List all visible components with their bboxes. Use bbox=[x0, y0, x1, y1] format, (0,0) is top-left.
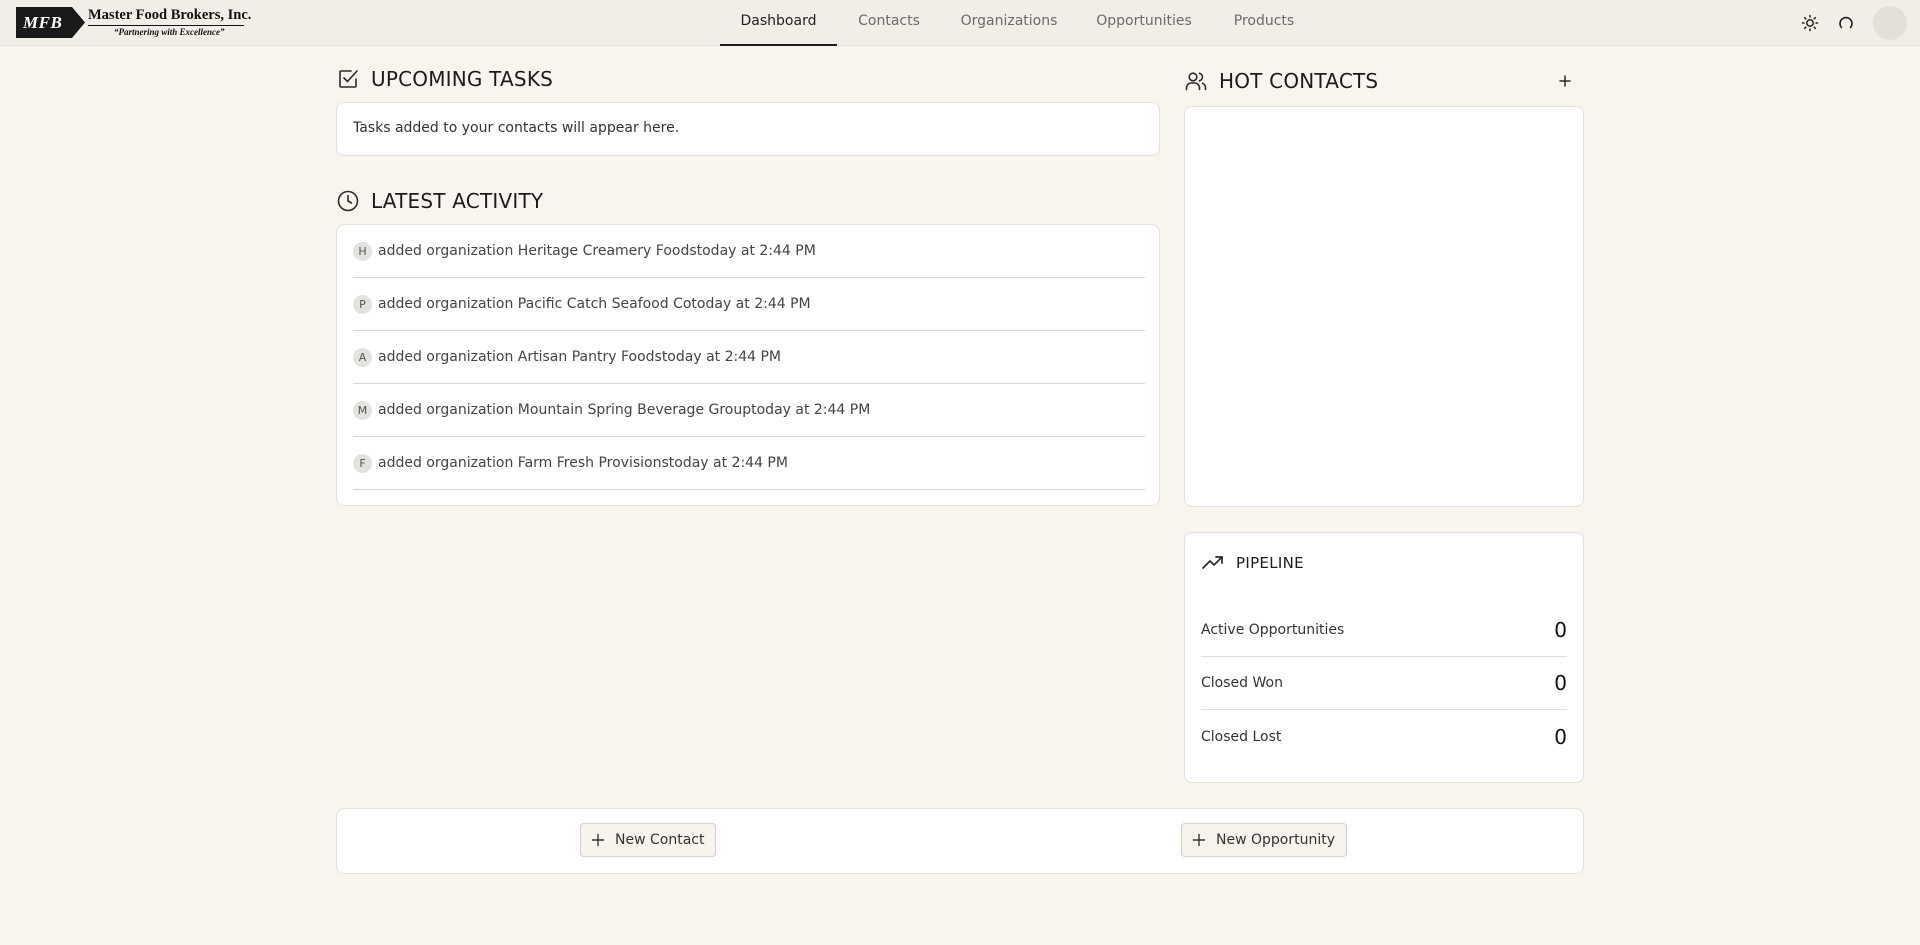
users-icon bbox=[1185, 72, 1207, 91]
plus-icon bbox=[591, 833, 605, 847]
activity-avatar: F bbox=[353, 453, 372, 473]
trending-up-icon bbox=[1202, 556, 1223, 569]
hot-contacts-header: HOT CONTACTS bbox=[1184, 69, 1378, 93]
new-opportunity-button[interactable]: New Opportunity bbox=[1181, 823, 1347, 857]
activity-text: added organization Heritage Creamery Foo… bbox=[378, 243, 816, 259]
upcoming-tasks-title: UPCOMING TASKS bbox=[371, 67, 554, 91]
pipeline-label: Active Opportunities bbox=[1201, 622, 1345, 638]
activity-item[interactable]: M added organization Mountain Spring Bev… bbox=[353, 384, 1145, 437]
plus-icon bbox=[1192, 833, 1206, 847]
pipeline-title: PIPELINE bbox=[1236, 554, 1304, 572]
pipeline-value: 0 bbox=[1554, 671, 1567, 695]
activity-text: added organization Farm Fresh Provisions… bbox=[378, 455, 788, 471]
logo-company-name: Master Food Brokers, Inc. bbox=[88, 7, 252, 23]
activity-text: added organization Pacific Catch Seafood… bbox=[378, 296, 811, 312]
upcoming-tasks-card: Tasks added to your contacts will appear… bbox=[336, 102, 1160, 156]
pipeline-label: Closed Lost bbox=[1201, 728, 1282, 745]
pipeline-label: Closed Won bbox=[1201, 675, 1283, 691]
clock-icon bbox=[337, 190, 359, 212]
pipeline-value: 0 bbox=[1554, 724, 1567, 749]
upcoming-tasks-header: UPCOMING TASKS bbox=[336, 67, 553, 91]
nav-organizations[interactable]: Organizations bbox=[955, 0, 1063, 46]
latest-activity-card: H added organization Heritage Creamery F… bbox=[336, 224, 1160, 506]
pipeline-value: 0 bbox=[1554, 618, 1567, 642]
activity-item[interactable]: H added organization Heritage Creamery F… bbox=[353, 225, 1145, 278]
nav-products[interactable]: Products bbox=[1225, 0, 1303, 46]
activity-item[interactable]: P added organization Pacific Catch Seafo… bbox=[353, 278, 1145, 331]
activity-text: added organization Mountain Spring Bever… bbox=[378, 402, 871, 418]
activity-text: added organization Artisan Pantry Foodst… bbox=[378, 349, 782, 365]
nav-contacts[interactable]: Contacts bbox=[850, 0, 928, 46]
nav-opportunities[interactable]: Opportunities bbox=[1094, 0, 1194, 46]
logo-mark-text: MFB bbox=[23, 13, 63, 32]
avatar[interactable] bbox=[1873, 6, 1907, 40]
latest-activity-header: LATEST ACTIVITY bbox=[336, 189, 543, 213]
sun-icon[interactable] bbox=[1800, 13, 1820, 33]
logo-divider bbox=[88, 25, 244, 26]
check-square-icon bbox=[339, 70, 358, 88]
hot-contacts-title: HOT CONTACTS bbox=[1219, 69, 1379, 93]
company-logo[interactable]: MFB Master Food Brokers, Inc. “Partnerin… bbox=[16, 6, 251, 39]
pipeline-row-closed-lost: Closed Lost 0 bbox=[1201, 710, 1567, 763]
hot-contacts-card bbox=[1184, 106, 1584, 507]
activity-avatar: M bbox=[353, 400, 372, 420]
pipeline-row-closed-won: Closed Won 0 bbox=[1201, 657, 1567, 710]
add-hot-contact-icon[interactable] bbox=[1555, 71, 1575, 91]
new-opportunity-label: New Opportunity bbox=[1216, 832, 1335, 848]
nav-dashboard[interactable]: Dashboard bbox=[720, 0, 837, 46]
new-contact-button[interactable]: New Contact bbox=[580, 823, 717, 857]
activity-avatar: H bbox=[353, 241, 372, 261]
activity-item[interactable]: F added organization Farm Fresh Provisio… bbox=[353, 437, 1145, 490]
pipeline-card: PIPELINE Active Opportunities 0 Closed W… bbox=[1184, 532, 1584, 783]
pipeline-header: PIPELINE bbox=[1201, 551, 1304, 575]
activity-avatar: P bbox=[353, 294, 372, 314]
top-nav-bar: MFB Master Food Brokers, Inc. “Partnerin… bbox=[0, 0, 1920, 46]
quick-actions-bar: New Contact New Opportunity bbox=[336, 808, 1584, 874]
activity-avatar: A bbox=[353, 347, 372, 367]
pipeline-row-active: Active Opportunities 0 bbox=[1201, 604, 1567, 657]
latest-activity-title: LATEST ACTIVITY bbox=[371, 189, 544, 213]
new-contact-label: New Contact bbox=[615, 832, 705, 848]
tasks-empty-message: Tasks added to your contacts will appear… bbox=[353, 120, 680, 136]
refresh-icon[interactable] bbox=[1836, 13, 1856, 33]
activity-item[interactable]: A added organization Artisan Pantry Food… bbox=[353, 331, 1145, 384]
logo-tagline: “Partnering with Excellence” bbox=[114, 27, 225, 37]
